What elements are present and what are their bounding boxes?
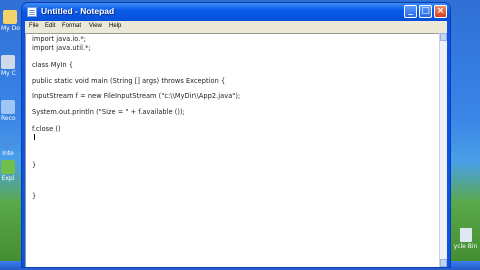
menu-file[interactable]: File <box>29 23 39 29</box>
editor-line: public static void main (String [] args)… <box>32 77 226 85</box>
explorer-icon <box>1 160 15 174</box>
recycle-bin-icon <box>459 228 472 242</box>
close-button[interactable]: × <box>434 5 447 18</box>
desktop-icons-column: My Do My C Reco Inte Expl <box>0 0 22 270</box>
notepad-icon[interactable] <box>27 7 37 17</box>
editor-line: InputStream f = new FileInputStream ("c:… <box>32 92 241 100</box>
maximize-button[interactable]: □ <box>419 5 432 18</box>
scroll-up-arrow-icon[interactable] <box>440 33 447 41</box>
recycle-bin[interactable]: ycle Bin <box>451 228 480 250</box>
desktop-icon-label: My Do <box>1 25 20 32</box>
desktop-icon-explorer[interactable]: Expl <box>1 160 15 182</box>
menu-edit[interactable]: Edit <box>45 23 55 29</box>
desktop-icon-label: Expl <box>1 175 15 182</box>
menu-help[interactable]: Help <box>109 23 121 29</box>
desktop-icon-internet[interactable]: Inte <box>1 135 15 157</box>
globe-icon <box>1 135 15 149</box>
scroll-down-arrow-icon[interactable] <box>440 259 447 267</box>
computer-icon <box>1 55 16 69</box>
desktop-icon-label: My C <box>1 70 16 77</box>
desktop-icon-recycle[interactable]: Reco <box>1 100 16 122</box>
editor-line: import java.io.*; <box>32 35 86 43</box>
title-bar[interactable]: Untitled - Notepad _ □ × <box>22 3 450 21</box>
menu-bar: File Edit Format View Help <box>25 21 447 33</box>
folder-icon <box>3 10 18 24</box>
editor-line: class MyIn { <box>32 61 74 69</box>
recycle-bin-label: ycle Bin <box>453 243 478 250</box>
desktop-icon-label: Reco <box>1 115 16 122</box>
menu-format[interactable]: Format <box>62 23 81 29</box>
window-title: Untitled - Notepad <box>41 6 115 16</box>
notepad-window: Untitled - Notepad _ □ × File Edit Forma… <box>22 3 450 267</box>
editor-line: } <box>32 192 37 200</box>
editor-line: f.close () <box>32 125 61 133</box>
desktop-icon-label: Inte <box>2 150 14 157</box>
editor-line: } <box>32 161 37 169</box>
minimize-button[interactable]: _ <box>404 5 417 18</box>
editor-line: import java.util.*; <box>32 44 91 52</box>
menu-view[interactable]: View <box>89 23 102 29</box>
network-icon <box>1 100 16 114</box>
editor-line: System.out.println ("Size = " + f.availa… <box>32 108 185 116</box>
text-editor[interactable]: import java.io.*; import java.util.*; cl… <box>25 33 439 267</box>
text-caret <box>34 134 35 140</box>
vertical-scrollbar[interactable] <box>439 33 447 267</box>
desktop-icon-my-documents[interactable]: My Do <box>1 10 20 32</box>
desktop-icon-my-computer[interactable]: My C <box>1 55 16 77</box>
